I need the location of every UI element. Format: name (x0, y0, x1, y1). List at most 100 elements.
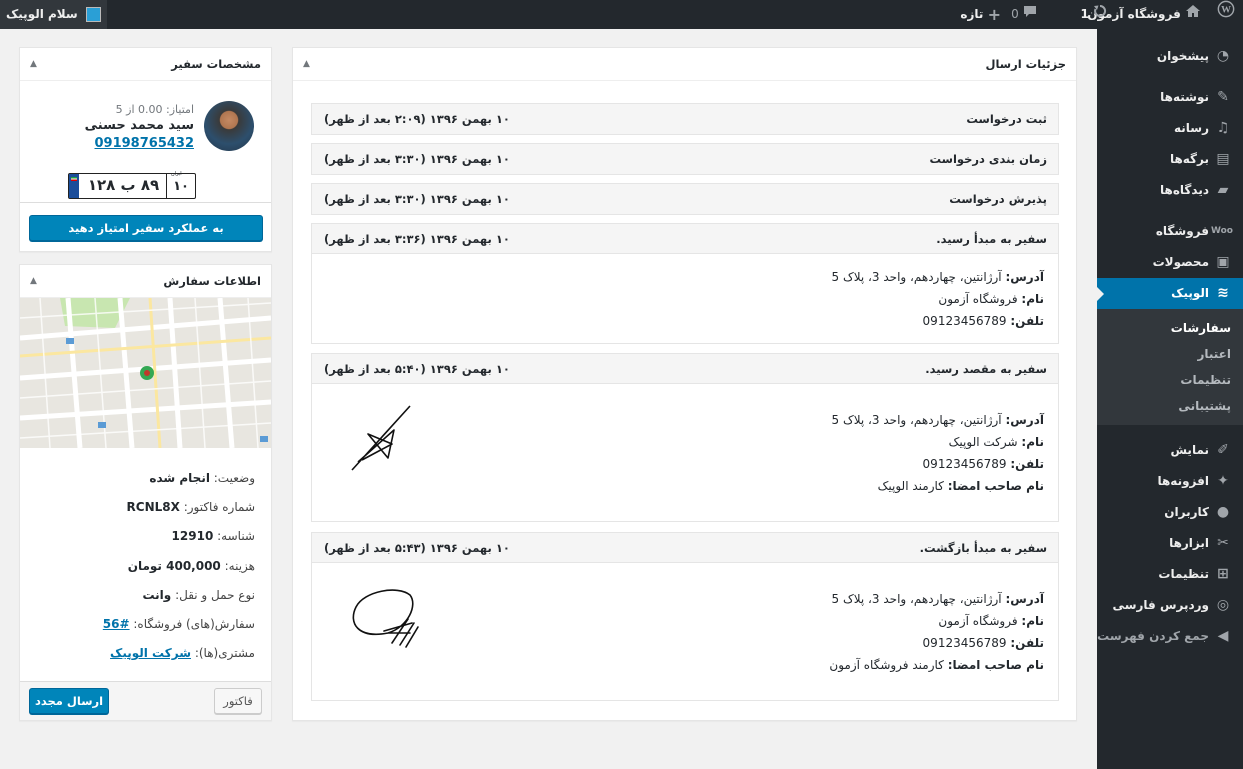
submenu-settings[interactable]: تنظیمات (1097, 367, 1243, 393)
svg-text:W: W (1221, 5, 1231, 16)
menu-label: دیدگاه‌ها (1160, 183, 1209, 197)
menu-item-media[interactable]: ♫ رسانه (1097, 113, 1243, 144)
stage-title: ثبت درخواست (966, 112, 1047, 126)
pin-icon: ✎ (1217, 89, 1229, 105)
shipping-details-header[interactable]: جزئیات ارسال ▲ (293, 48, 1076, 81)
admin-bar: W فروشگاه آزمون 1 0 + تازه سلام الوپیک (0, 0, 1243, 29)
stage-title: سفیر به مبدأ رسید. (936, 232, 1047, 246)
menu-item-plugins[interactable]: ✦ افزونه‌ها (1097, 466, 1243, 497)
toggle-arrow-icon[interactable]: ▲ (30, 48, 37, 81)
invoice-button[interactable]: فاکتور (214, 688, 262, 714)
collapse-icon: ◀ (1217, 628, 1229, 644)
customer-link[interactable]: شرکت الوپیک (110, 646, 191, 660)
shop-order-link[interactable]: #56 (103, 617, 130, 631)
menu-item-settings[interactable]: ⊞ تنظیمات (1097, 559, 1243, 590)
order-map[interactable] (20, 298, 271, 448)
products-icon: ▣ (1216, 254, 1230, 270)
license-plate: ۸۹ ب ۱۲۸ ایران ۱۰ (68, 171, 196, 199)
wordpress-logo-icon[interactable]: W (1209, 0, 1243, 29)
updates-link[interactable]: 1 (1074, 0, 1113, 29)
courier-rating: امتیاز: 0.00 از 5 (115, 103, 194, 116)
comments-link[interactable]: 0 (1005, 0, 1043, 29)
courier-info-box: مشخصات سفیر ▲ امتیاز: 0.00 از 5 سید محمد… (19, 47, 272, 252)
order-status: وضعیت: انجام شده (149, 471, 255, 485)
stage-title: سفیر به مبدأ بازگشت. (919, 541, 1047, 555)
phone-line: تلفن: 09123456789 (922, 457, 1044, 471)
courier-info-header[interactable]: مشخصات سفیر ▲ (20, 48, 271, 81)
menu-item-posts[interactable]: ✎ نوشته‌ها (1097, 82, 1243, 113)
new-content-link[interactable]: + تازه (954, 0, 1007, 29)
users-icon: ● (1216, 504, 1230, 520)
stage-date: ۱۰ بهمن ۱۳۹۶ (۵:۴۰ بعد از ظهر) (324, 362, 510, 376)
address-line: آدرس: آرژانتین، چهاردهم، واحد 3، پلاک 5 (831, 413, 1044, 427)
menu-item-tools[interactable]: ✂ ابزارها (1097, 528, 1243, 559)
toggle-arrow-icon[interactable]: ▲ (30, 265, 37, 298)
stage-request-registered: ثبت درخواست ۱۰ بهمن ۱۳۹۶ (۲:۰۹ بعد از ظهر… (311, 103, 1059, 135)
alopeyk-icon: ≋ (1217, 285, 1229, 301)
menu-label: جمع کردن فهرست (1097, 629, 1209, 643)
rate-courier-button[interactable]: به عملکرد سفیر امتیاز دهید (29, 215, 263, 241)
comments-icon: ▰ (1217, 182, 1229, 198)
courier-avatar (204, 101, 254, 151)
phone-line: تلفن: 09123456789 (922, 314, 1044, 328)
stage-date: ۱۰ بهمن ۱۳۹۶ (۳:۳۶ بعد از ظهر) (324, 232, 510, 246)
submenu-credit[interactable]: اعتبار (1097, 341, 1243, 367)
submenu-orders[interactable]: سفارشات (1097, 315, 1243, 341)
order-shop-orders: سفارش(های) فروشگاه: #56 (102, 616, 255, 631)
name-line: نام: شرکت الوپیک (948, 435, 1044, 449)
menu-label: برگه‌ها (1169, 152, 1209, 166)
updates-count: 1 (1080, 7, 1089, 21)
box-title: اطلاعات سفارش (163, 274, 261, 288)
menu-label: نوشته‌ها (1160, 90, 1209, 104)
signer-line: نام صاحب امضا: کارمند فروشگاه آزمون (829, 658, 1044, 672)
stage-title: پذیرش درخواست (949, 192, 1047, 206)
order-transport-type: نوع حمل و نقل: وانت (142, 587, 255, 602)
menu-label: محصولات (1152, 255, 1209, 269)
menu-item-pages[interactable]: ▤ برگه‌ها (1097, 144, 1243, 175)
menu-item-woocommerce[interactable]: Woo فروشگاه (1097, 216, 1243, 247)
signature-image (351, 405, 411, 471)
box-title: مشخصات سفیر (171, 57, 261, 71)
courier-phone-link[interactable]: 09198765432 (34, 136, 195, 154)
order-invoice-number: شماره فاکتور: RCNL8X (126, 500, 255, 515)
menu-item-dashboard[interactable]: ◔ پیشخوان (1097, 41, 1243, 72)
name-line: نام: فروشگاه آزمون (938, 292, 1044, 306)
avatar (85, 7, 101, 22)
iran-flag-icon (69, 174, 79, 198)
stage-date: ۱۰ بهمن ۱۳۹۶ (۲:۰۹ بعد از ظهر) (324, 112, 510, 126)
menu-label: تنظیمات (1158, 567, 1209, 581)
stage-title: زمان بندی درخواست (929, 152, 1047, 166)
settings-icon: ⊞ (1217, 566, 1229, 582)
menu-item-users[interactable]: ● کاربران (1097, 497, 1243, 528)
name-line: نام: فروشگاه آزمون (938, 614, 1044, 628)
menu-item-products[interactable]: ▣ محصولات (1097, 247, 1243, 278)
stage-date: ۱۰ بهمن ۱۳۹۶ (۵:۴۳ بعد از ظهر) (324, 541, 510, 555)
account-greeting: سلام الوپیک (6, 7, 78, 21)
current-pointer (1096, 286, 1104, 302)
menu-label: وردپرس فارسی (1112, 598, 1209, 612)
menu-item-comments[interactable]: ▰ دیدگاه‌ها (1097, 175, 1243, 206)
my-account-link[interactable]: سلام الوپیک (0, 0, 107, 29)
order-info-header[interactable]: اطلاعات سفارش ▲ (20, 265, 271, 298)
order-box-footer: فاکتور ارسال مجدد (20, 681, 271, 720)
stage-arrived-destination: سفیر به مقصد رسید. ۱۰ بهمن ۱۳۹۶ (۵:۴۰ بعد… (311, 353, 1059, 522)
menu-label: فروشگاه (1155, 224, 1209, 238)
address-line: آدرس: آرژانتین، چهاردهم، واحد 3، پلاک 5 (831, 270, 1044, 284)
toggle-arrow-icon[interactable]: ▲ (303, 48, 310, 81)
menu-item-appearance[interactable]: ✐ نمایش (1097, 435, 1243, 466)
submenu-support[interactable]: پشتیبانی (1097, 393, 1243, 419)
box-title: جزئیات ارسال (985, 57, 1067, 71)
menu-collapse-button[interactable]: ◀ جمع کردن فهرست (1097, 621, 1243, 652)
plus-icon: + (987, 5, 1001, 24)
menu-item-wp-persian[interactable]: ◎ وردپرس فارسی (1097, 590, 1243, 621)
comments-count: 0 (1011, 7, 1019, 21)
stage-arrived-origin: سفیر به مبدأ رسید. ۱۰ بهمن ۱۳۹۶ (۳:۳۶ بعد… (311, 223, 1059, 344)
plate-region-caption: ایران (171, 171, 182, 177)
stage-title: سفیر به مقصد رسید. (925, 362, 1047, 376)
phone-line: تلفن: 09123456789 (922, 636, 1044, 650)
menu-label: رسانه (1174, 121, 1209, 135)
admin-menu: ◔ پیشخوان ✎ نوشته‌ها ♫ رسانه ▤ برگه‌ها ▰ دیدگ… (1096, 29, 1243, 769)
alopeyk-submenu: سفارشات اعتبار تنظیمات پشتیبانی (1097, 309, 1243, 425)
resend-button[interactable]: ارسال مجدد (29, 688, 109, 714)
menu-item-alopeyk[interactable]: ≋ الوپیک (1096, 278, 1243, 309)
